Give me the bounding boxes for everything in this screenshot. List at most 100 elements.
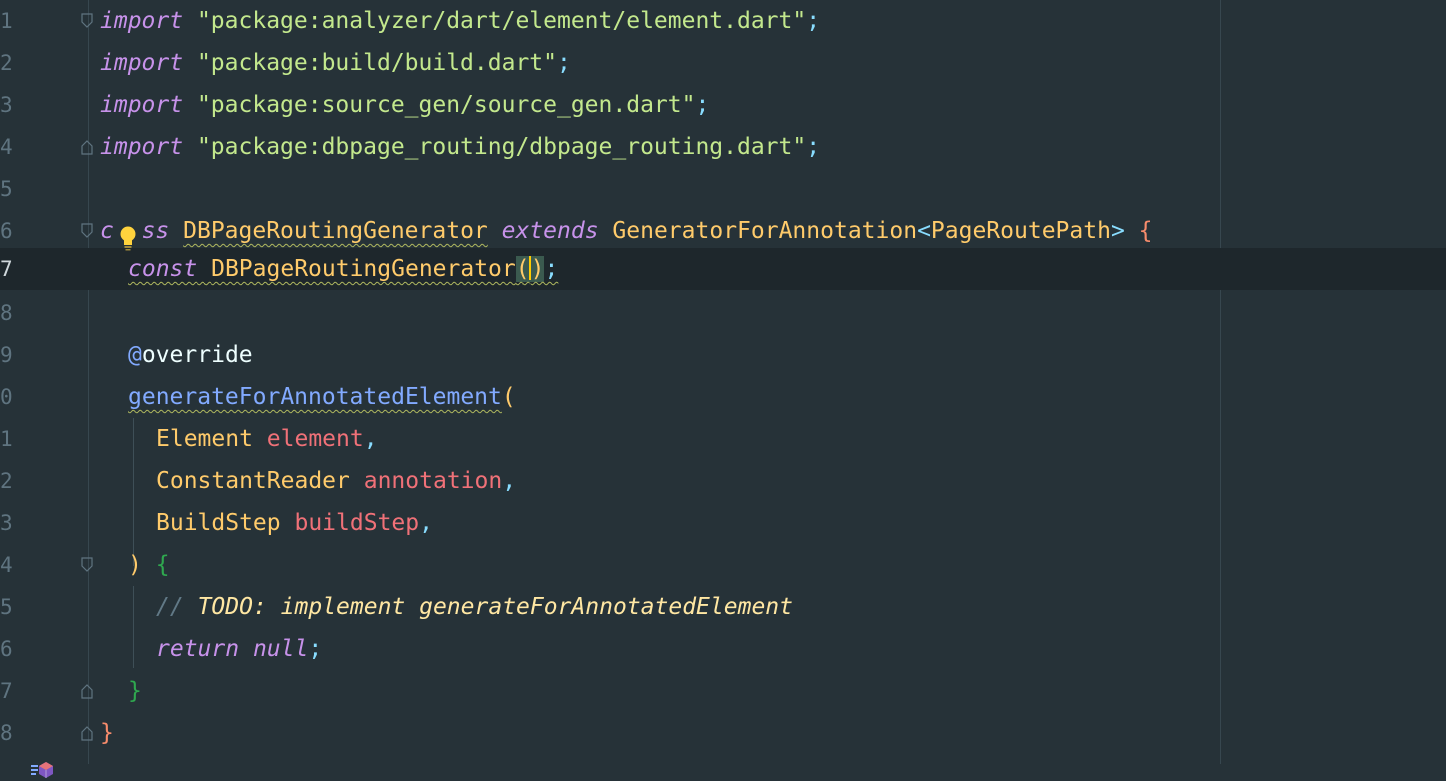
class-name[interactable]: DBPageRoutingGenerator — [183, 218, 488, 244]
code-text[interactable]: ) { — [128, 544, 170, 586]
code-text[interactable]: import "package:source_gen/source_gen.da… — [100, 84, 709, 126]
line-number: 4 — [0, 135, 13, 159]
line-number: 3 — [0, 511, 13, 535]
code-text[interactable]: return null; — [156, 628, 322, 670]
generic-close: > — [1110, 218, 1125, 244]
comma: , — [419, 510, 433, 536]
code-line-10[interactable]: 0 generateForAnnotatedElement( — [0, 376, 1446, 778]
line-number: 0 — [0, 385, 13, 409]
close-paren: ) — [530, 256, 545, 282]
code-line-15[interactable]: 5 // TODO: implement generateForAnnotate… — [0, 586, 1446, 628]
line-number: 7 — [0, 679, 13, 703]
line-number: 5 — [0, 595, 13, 619]
code-editor[interactable]: 1 import "package:analyzer/dart/element/… — [0, 0, 1446, 778]
code-line-3[interactable]: 3 import "package:source_gen/source_gen.… — [0, 84, 1446, 126]
param-name[interactable]: element — [267, 426, 364, 452]
fold-marker-icon[interactable] — [81, 223, 93, 239]
code-text[interactable]: class DBPageRoutingGenerator extends Gen… — [100, 210, 1153, 252]
lightbulb-icon[interactable] — [118, 225, 138, 251]
semicolon: ; — [695, 92, 710, 118]
open-paren: ( — [501, 384, 516, 410]
code-text[interactable]: import "package:analyzer/dart/element/el… — [100, 0, 820, 42]
line-number: 3 — [0, 93, 13, 117]
line-number: 2 — [0, 51, 13, 75]
string-literal: "package:build/build.dart" — [196, 50, 557, 76]
todo-comment: TODO: implement generateForAnnotatedElem… — [197, 594, 793, 620]
keyword-class-part: c — [100, 218, 114, 244]
keyword-extends: extends — [501, 218, 599, 244]
code-line-14[interactable]: 4 ) { — [0, 544, 1446, 586]
code-line-5[interactable]: 5 — [0, 168, 1446, 210]
code-line-2[interactable]: 2 import "package:build/build.dart"; — [0, 42, 1446, 84]
param-type[interactable]: Element — [156, 426, 253, 452]
param-type[interactable]: BuildStep — [156, 510, 281, 536]
annotation-at: @ — [128, 342, 142, 368]
param-name[interactable]: annotation — [364, 468, 502, 494]
code-line-6[interactable]: 6 class DBPageRoutingGenerator extends G… — [0, 210, 1446, 252]
close-brace: } — [128, 678, 142, 704]
keyword: import — [100, 134, 184, 160]
param-type[interactable]: ConstantReader — [156, 468, 350, 494]
line-number: 8 — [0, 301, 13, 325]
semicolon: ; — [544, 256, 559, 282]
string-literal: "package:dbpage_routing/dbpage_routing.d… — [196, 134, 807, 160]
fold-marker-icon[interactable] — [81, 557, 93, 573]
code-line-13[interactable]: 3 BuildStep buildStep, — [0, 502, 1446, 544]
generic-open: < — [917, 218, 931, 244]
constructor-name[interactable]: DBPageRoutingGenerator — [211, 256, 516, 282]
param-name[interactable]: buildStep — [294, 510, 419, 536]
fold-marker-icon[interactable] — [81, 725, 93, 741]
code-text[interactable]: } — [128, 670, 142, 712]
line-number: 6 — [0, 637, 13, 661]
keyword: import — [100, 92, 184, 118]
code-text[interactable]: Element element, — [156, 418, 378, 460]
base-class[interactable]: GeneratorForAnnotation — [612, 218, 917, 244]
override-method-gutter-icon[interactable] — [30, 759, 56, 781]
semicolon: ; — [806, 8, 821, 34]
fold-marker-icon[interactable] — [81, 13, 93, 29]
code-line-7[interactable]: 7 const DBPageRoutingGenerator(); — [0, 248, 1446, 290]
semicolon: ; — [556, 50, 571, 76]
annotation-name[interactable]: override — [142, 342, 253, 368]
string-literal: "package:source_gen/source_gen.dart" — [196, 92, 696, 118]
keyword-return: return — [156, 636, 240, 662]
code-line-16[interactable]: 6 return null; — [0, 628, 1446, 670]
code-text[interactable]: generateForAnnotatedElement( — [128, 376, 516, 418]
code-text[interactable]: import "package:build/build.dart"; — [100, 42, 571, 84]
code-line-17[interactable]: 7 } — [0, 670, 1446, 712]
code-line-9[interactable]: 9 @override — [0, 334, 1446, 376]
line-number: 1 — [0, 427, 13, 451]
open-paren: ( — [515, 256, 530, 282]
code-text[interactable]: BuildStep buildStep, — [156, 502, 433, 544]
code-line-11[interactable]: 1 Element element, — [0, 418, 1446, 460]
code-text[interactable]: const DBPageRoutingGenerator(); — [128, 248, 558, 290]
code-text[interactable]: } — [100, 712, 114, 754]
code-line-8[interactable]: 8 — [0, 292, 1446, 334]
comma: , — [502, 468, 517, 494]
code-text[interactable]: @override — [128, 334, 253, 376]
close-paren: ) — [128, 552, 142, 578]
line-number: 5 — [0, 177, 13, 201]
code-line-1[interactable]: 1 import "package:analyzer/dart/element/… — [0, 0, 1446, 42]
code-text[interactable]: import "package:dbpage_routing/dbpage_ro… — [100, 126, 820, 168]
code-line-4[interactable]: 4 import "package:dbpage_routing/dbpage_… — [0, 126, 1446, 168]
code-line-18[interactable]: 8 } — [0, 712, 1446, 754]
line-number: 6 — [0, 219, 13, 243]
keyword-const: const — [128, 256, 198, 282]
line-number: 8 — [0, 721, 13, 745]
type-argument[interactable]: PageRoutePath — [931, 218, 1111, 244]
fold-marker-icon[interactable] — [81, 683, 93, 699]
keyword: import — [100, 8, 184, 34]
line-number: 9 — [0, 343, 13, 367]
semicolon: ; — [806, 134, 821, 160]
fold-marker-icon[interactable] — [81, 139, 93, 155]
close-brace: } — [100, 720, 114, 746]
code-text[interactable]: // TODO: implement generateForAnnotatedE… — [156, 586, 793, 628]
comma: , — [363, 426, 378, 452]
line-number: 7 — [0, 257, 13, 281]
code-text[interactable]: ConstantReader annotation, — [156, 460, 516, 502]
code-line-12[interactable]: 2 ConstantReader annotation, — [0, 460, 1446, 502]
line-number: 2 — [0, 469, 13, 493]
method-name[interactable]: generateForAnnotatedElement — [128, 384, 502, 410]
keyword: import — [100, 50, 184, 76]
